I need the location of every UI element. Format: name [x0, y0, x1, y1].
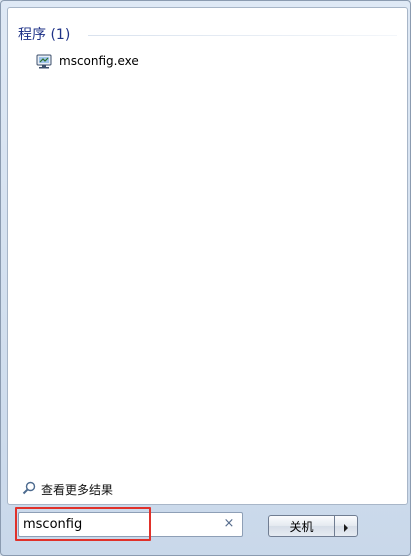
search-icon — [22, 481, 36, 498]
system-config-icon — [36, 54, 53, 69]
search-input[interactable] — [23, 515, 218, 534]
section-divider — [88, 35, 397, 36]
start-menu-window: 程序 (1) msconfig.exe 查看更多结果 msconfig × 关机 — [0, 0, 411, 556]
section-title-programs: 程序 (1) — [18, 27, 71, 43]
triangle-right-icon — [343, 517, 349, 536]
see-more-results-label: 查看更多结果 — [41, 482, 114, 497]
shutdown-button-group: 关机 — [268, 515, 358, 537]
result-item-label: msconfig.exe — [59, 54, 139, 68]
search-box[interactable]: × — [18, 512, 243, 537]
see-more-results-link[interactable]: 查看更多结果 — [22, 480, 113, 498]
clear-search-button[interactable]: × — [222, 516, 236, 532]
search-results-panel: 程序 (1) msconfig.exe 查看更多结果 — [7, 7, 408, 505]
shutdown-button[interactable]: 关机 — [268, 515, 334, 537]
result-item-msconfig[interactable]: msconfig.exe — [32, 51, 143, 71]
shutdown-options-button[interactable] — [334, 515, 358, 537]
